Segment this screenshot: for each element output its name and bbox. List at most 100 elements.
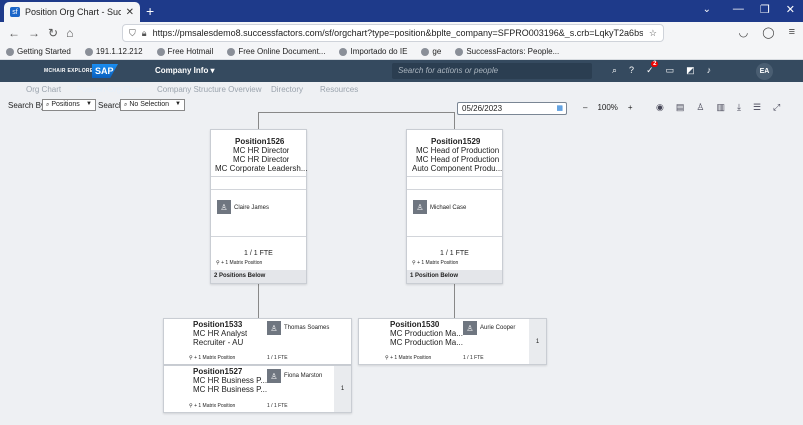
- tab-company-structure[interactable]: Company Structure Overview: [157, 85, 261, 94]
- menu-icon[interactable]: ≡: [789, 26, 795, 39]
- positions-below-button[interactable]: 1 Position Below: [407, 270, 502, 283]
- zoom-level: 100%: [597, 103, 618, 112]
- matrix-position-link[interactable]: ⚲ + 1 Matrix Position: [216, 260, 262, 266]
- chevron-down-icon: ▼: [175, 101, 181, 107]
- home-icon[interactable]: ⌂: [66, 26, 73, 40]
- incumbent-name[interactable]: Thomas Soames: [284, 325, 329, 331]
- connector-line: [258, 112, 454, 113]
- back-arrow-icon[interactable]: ←: [8, 26, 20, 40]
- position-card[interactable]: Position1530 MC Production Ma... MC Prod…: [358, 318, 547, 365]
- fullscreen-icon[interactable]: ⤢: [773, 102, 780, 113]
- add-position-icon[interactable]: ▤: [676, 102, 685, 113]
- date-input[interactable]: 05/26/2023 ▦: [457, 102, 567, 115]
- url-text[interactable]: https://pmsalesdemo8.successfactors.com/…: [153, 28, 643, 38]
- position-line: MC HR Analyst: [193, 329, 248, 338]
- incumbent-name[interactable]: Michael Case: [430, 205, 466, 211]
- tab-org-chart[interactable]: Org Chart: [26, 85, 61, 94]
- matrix-position-link[interactable]: ⚲ + 1 Matrix Position: [189, 355, 235, 361]
- position-card[interactable]: Position1526 MC HR Director MC HR Direct…: [210, 129, 307, 284]
- sap-logo[interactable]: SAP: [92, 64, 118, 78]
- minimize-icon[interactable]: —: [733, 3, 744, 16]
- search-by-select[interactable]: ⌕ Positions ▼: [42, 99, 96, 111]
- bookmark-star-icon[interactable]: ☆: [649, 28, 657, 39]
- account-icon[interactable]: ◯: [762, 26, 774, 39]
- connector-line: [258, 112, 259, 129]
- position-card[interactable]: Position1533 MC HR Analyst Recruiter - A…: [163, 318, 352, 365]
- tab-list-button[interactable]: ⌄: [703, 4, 711, 15]
- tab-directory[interactable]: Directory: [271, 85, 303, 94]
- person-avatar-icon: ♙: [463, 321, 477, 335]
- new-tab-button[interactable]: +: [146, 3, 154, 19]
- bookmark-item[interactable]: Free Online Document...: [227, 47, 325, 56]
- subnav-tabs: Org Chart Position Org Chart Company Str…: [0, 82, 803, 97]
- matrix-position-link[interactable]: ⚲ + 1 Matrix Position: [189, 403, 235, 409]
- person-check-icon[interactable]: ♙: [696, 102, 704, 113]
- zoom-in-button[interactable]: +: [628, 103, 633, 112]
- bookmarks-bar: Getting Started 191.1.12.212 Free Hotmai…: [0, 44, 803, 60]
- successfactors-icon: [455, 47, 464, 56]
- layout-icon[interactable]: ☰: [753, 102, 761, 113]
- help-icon[interactable]: ?: [629, 65, 634, 76]
- zoom-out-button[interactable]: –: [583, 103, 587, 112]
- position-title: Position1529: [431, 137, 481, 146]
- shield-icon[interactable]: ⛉: [129, 28, 136, 39]
- company-brand-text: MCHAIR EXPLORE: [44, 68, 94, 74]
- forward-arrow-icon[interactable]: →: [28, 26, 40, 40]
- bookmark-item[interactable]: SuccessFactors: People...: [455, 47, 559, 56]
- bell-icon[interactable]: ♪: [707, 65, 712, 76]
- person-avatar-icon: ♙: [413, 200, 427, 214]
- calendar-icon[interactable]: ▦: [556, 104, 563, 112]
- tab-resources[interactable]: Resources: [320, 85, 358, 94]
- browser-toolbar-icons: ◡ ◯ ≡: [739, 26, 795, 39]
- bookmark-item[interactable]: 191.1.12.212: [84, 47, 143, 56]
- incumbent-name[interactable]: Fiona Marston: [284, 373, 322, 379]
- pocket-icon[interactable]: ◡: [739, 26, 749, 39]
- url-bar[interactable]: ⛉ 🔒︎ https://pmsalesdemo8.successfactors…: [122, 24, 664, 42]
- position-line: MC Head of Production: [416, 146, 500, 155]
- reload-icon[interactable]: ↻: [48, 26, 58, 40]
- zoom-controls: – 100% +: [583, 103, 633, 112]
- bookmark-item[interactable]: Free Hotmail: [156, 47, 213, 56]
- direct-reports-count[interactable]: 1: [334, 366, 351, 412]
- person-avatar-icon: ♙: [267, 369, 281, 383]
- position-line: MC Head of Production: [416, 155, 500, 164]
- browser-tab[interactable]: sf Position Org Chart - SuccessFac ✕: [4, 2, 140, 22]
- position-line: MC HR Business P...: [193, 376, 268, 385]
- eye-icon[interactable]: ◉: [656, 102, 664, 113]
- position-card[interactable]: Position1529 MC Head of Production MC He…: [406, 129, 503, 284]
- positions-below-button[interactable]: 2 Positions Below: [211, 270, 306, 283]
- chevron-down-icon: ▼: [86, 101, 92, 107]
- bar-chart-icon[interactable]: ▥: [716, 102, 725, 113]
- tab-position-org-chart[interactable]: Position Org Chart: [77, 85, 143, 94]
- browser-nav-bar: ← → ↻ ⌂ ⛉ 🔒︎ https://pmsalesdemo8.succes…: [0, 22, 803, 44]
- matrix-position-link[interactable]: ⚲ + 1 Matrix Position: [412, 260, 458, 266]
- bookmark-item[interactable]: Importado do IE: [339, 47, 407, 56]
- company-info-menu[interactable]: Company Info ▾: [155, 66, 215, 75]
- fte-value: 1 / 1 FTE: [244, 250, 273, 257]
- search-select[interactable]: ⌕ No Selection ▼: [120, 99, 185, 111]
- position-title: Position1530: [390, 320, 440, 329]
- bookmark-item[interactable]: ge: [421, 47, 441, 56]
- download-icon[interactable]: ⤓: [737, 102, 741, 113]
- notification-badge: 2: [651, 61, 659, 67]
- direct-reports-count[interactable]: 1: [529, 319, 546, 364]
- position-card[interactable]: Position1527 MC HR Business P... MC HR B…: [163, 365, 352, 413]
- global-search-input[interactable]: Search for actions or people: [392, 63, 592, 79]
- notes-icon[interactable]: ▭: [666, 65, 675, 76]
- divider: [211, 236, 306, 237]
- approvals-icon[interactable]: ✓ 2: [646, 61, 659, 76]
- divider: [407, 236, 502, 237]
- window-close-icon[interactable]: ✕: [786, 3, 795, 16]
- incumbent-name[interactable]: Aurie Cooper: [480, 325, 515, 331]
- connector-line: [454, 112, 455, 129]
- search-icon[interactable]: ⌕: [612, 65, 617, 76]
- matrix-position-link[interactable]: ⚲ + 1 Matrix Position: [385, 355, 431, 361]
- lock-icon[interactable]: 🔒︎: [142, 28, 147, 39]
- avatar[interactable]: EA: [756, 63, 773, 80]
- restore-icon[interactable]: ❐: [760, 3, 770, 16]
- divider: [407, 189, 502, 190]
- incumbent-name[interactable]: Claire James: [234, 205, 269, 211]
- tab-close-icon[interactable]: ✕: [126, 7, 134, 18]
- chat-icon[interactable]: ◩: [686, 65, 695, 76]
- bookmark-item[interactable]: Getting Started: [6, 47, 71, 56]
